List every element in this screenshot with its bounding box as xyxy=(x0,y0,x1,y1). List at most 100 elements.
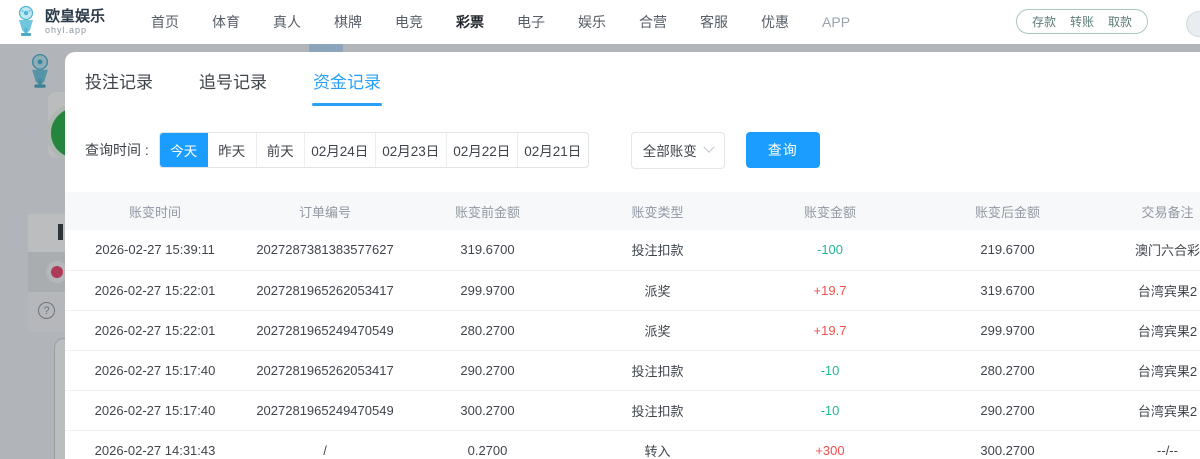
nav-item-live[interactable]: 真人 xyxy=(273,12,301,32)
date-range-segmented-control: 今天 昨天 前天 02月24日 02月23日 02月22日 02月21日 xyxy=(159,132,589,168)
filter-row: 查询时间 : 今天 昨天 前天 02月24日 02月23日 02月22日 02月… xyxy=(85,132,1200,168)
date-option-yesterday[interactable]: 昨天 xyxy=(208,133,256,167)
tab-bet-records[interactable]: 投注记录 xyxy=(85,68,153,106)
cell-after: 299.9700 xyxy=(915,310,1100,350)
cell-order: 2027281965262053417 xyxy=(245,270,405,310)
table-row: 2026-02-27 15:17:40 2027281965249470549 … xyxy=(65,390,1200,430)
cell-type: 派奖 xyxy=(570,310,745,350)
cell-order: 2027281965249470549 xyxy=(245,390,405,430)
date-option-0221[interactable]: 02月21日 xyxy=(517,133,588,167)
nav-item-partnership[interactable]: 合营 xyxy=(639,12,667,32)
cell-remark: --/-- xyxy=(1100,430,1200,459)
main-nav: 首页 体育 真人 棋牌 电竞 彩票 电子 娱乐 合营 客服 优惠 APP xyxy=(151,12,883,32)
chevron-down-icon xyxy=(703,142,714,153)
cell-type: 投注扣款 xyxy=(570,350,745,390)
col-change-amount: 账变金额 xyxy=(745,192,915,230)
cell-before: 300.2700 xyxy=(405,390,570,430)
col-order-no: 订单编号 xyxy=(245,192,405,230)
nav-item-home[interactable]: 首页 xyxy=(151,12,179,32)
fund-records-table: 账变时间 订单编号 账变前金额 账变类型 账变金额 账变后金额 交易备注 202… xyxy=(65,192,1200,459)
cell-remark: 澳门六合彩 xyxy=(1100,230,1200,270)
cell-type: 派奖 xyxy=(570,270,745,310)
table-row: 2026-02-27 15:39:11 2027287381383577627 … xyxy=(65,230,1200,270)
cell-time: 2026-02-27 14:31:43 xyxy=(65,430,245,459)
table-header-row: 账变时间 订单编号 账变前金额 账变类型 账变金额 账变后金额 交易备注 xyxy=(65,192,1200,230)
cell-change: +300 xyxy=(745,430,915,459)
trophy-logo-icon xyxy=(14,6,38,38)
cell-after: 319.6700 xyxy=(915,270,1100,310)
cell-remark: 台湾宾果2 xyxy=(1100,350,1200,390)
table-row: 2026-02-27 15:17:40 2027281965262053417 … xyxy=(65,350,1200,390)
table-row: 2026-02-27 15:22:01 2027281965249470549 … xyxy=(65,310,1200,350)
cell-change: -100 xyxy=(745,230,915,270)
nav-item-app[interactable]: APP xyxy=(822,14,850,30)
cell-order: / xyxy=(245,430,405,459)
record-tabs: 投注记录 追号记录 资金记录 xyxy=(65,52,1200,106)
cell-type: 投注扣款 xyxy=(570,390,745,430)
cell-time: 2026-02-27 15:22:01 xyxy=(65,270,245,310)
cell-remark: 台湾宾果2 xyxy=(1100,270,1200,310)
cell-change: -10 xyxy=(745,390,915,430)
deposit-button[interactable]: 存款 xyxy=(1032,13,1056,30)
tab-chase-records[interactable]: 追号记录 xyxy=(199,68,267,106)
date-option-day-before[interactable]: 前天 xyxy=(256,133,304,167)
cell-remark: 台湾宾果2 xyxy=(1100,390,1200,430)
table-row: 2026-02-27 15:22:01 2027281965262053417 … xyxy=(65,270,1200,310)
cell-after: 280.2700 xyxy=(915,350,1100,390)
brand-name: 欧皇娱乐 xyxy=(45,9,105,25)
nav-item-entertainment[interactable]: 娱乐 xyxy=(578,12,606,32)
brand-domain: ohyl.app xyxy=(45,25,105,35)
cell-time: 2026-02-27 15:22:01 xyxy=(65,310,245,350)
cell-before: 0.2700 xyxy=(405,430,570,459)
cell-order: 2027281965262053417 xyxy=(245,350,405,390)
cell-type: 投注扣款 xyxy=(570,230,745,270)
date-option-0222[interactable]: 02月22日 xyxy=(446,133,517,167)
screen: 欧皇娱乐 ohyl.app 首页 体育 真人 棋牌 电竞 彩票 电子 娱乐 合营… xyxy=(0,0,1200,459)
nav-item-support[interactable]: 客服 xyxy=(700,12,728,32)
cell-order: 2027287381383577627 xyxy=(245,230,405,270)
cell-before: 319.6700 xyxy=(405,230,570,270)
brand-logo[interactable]: 欧皇娱乐 ohyl.app xyxy=(14,6,105,38)
cell-time: 2026-02-27 15:17:40 xyxy=(65,390,245,430)
withdraw-button[interactable]: 取款 xyxy=(1108,13,1132,30)
col-change-type: 账变类型 xyxy=(570,192,745,230)
change-type-value: 全部账变 xyxy=(643,140,697,160)
tab-fund-records[interactable]: 资金记录 xyxy=(313,68,381,106)
cell-after: 300.2700 xyxy=(915,430,1100,459)
cell-time: 2026-02-27 15:39:11 xyxy=(65,230,245,270)
date-option-0224[interactable]: 02月24日 xyxy=(304,133,375,167)
date-option-today[interactable]: 今天 xyxy=(160,133,208,167)
cell-before: 280.2700 xyxy=(405,310,570,350)
nav-item-promos[interactable]: 优惠 xyxy=(761,12,789,32)
brand-text: 欧皇娱乐 ohyl.app xyxy=(45,9,105,35)
query-button[interactable]: 查询 xyxy=(746,132,820,168)
nav-item-sports[interactable]: 体育 xyxy=(212,12,240,32)
cell-time: 2026-02-27 15:17:40 xyxy=(65,350,245,390)
query-time-label: 查询时间 : xyxy=(85,140,149,160)
nav-item-lottery[interactable]: 彩票 xyxy=(456,12,484,32)
col-remark: 交易备注 xyxy=(1100,192,1200,230)
cell-remark: 台湾宾果2 xyxy=(1100,310,1200,350)
cell-after: 219.6700 xyxy=(915,230,1100,270)
avatar[interactable] xyxy=(1186,11,1200,37)
col-after-amount: 账变后金额 xyxy=(915,192,1100,230)
col-change-time: 账变时间 xyxy=(65,192,245,230)
nav-item-slots[interactable]: 电子 xyxy=(517,12,545,32)
transfer-button[interactable]: 转账 xyxy=(1070,13,1094,30)
col-before-amount: 账变前金额 xyxy=(405,192,570,230)
table-row: 2026-02-27 14:31:43 / 0.2700 转入 +300 300… xyxy=(65,430,1200,459)
date-option-0223[interactable]: 02月23日 xyxy=(375,133,446,167)
fund-records-table-wrap: 账变时间 订单编号 账变前金额 账变类型 账变金额 账变后金额 交易备注 202… xyxy=(65,192,1200,459)
top-bar: 欧皇娱乐 ohyl.app 首页 体育 真人 棋牌 电竞 彩票 电子 娱乐 合营… xyxy=(0,0,1200,44)
records-panel: 投注记录 追号记录 资金记录 查询时间 : 今天 昨天 前天 02月24日 02… xyxy=(65,52,1200,459)
cell-after: 290.2700 xyxy=(915,390,1100,430)
cell-change: +19.7 xyxy=(745,270,915,310)
change-type-select[interactable]: 全部账变 xyxy=(631,132,725,169)
cell-change: -10 xyxy=(745,350,915,390)
cell-type: 转入 xyxy=(570,430,745,459)
nav-item-chess[interactable]: 棋牌 xyxy=(334,12,362,32)
cell-before: 299.9700 xyxy=(405,270,570,310)
cell-before: 290.2700 xyxy=(405,350,570,390)
nav-item-esports[interactable]: 电竞 xyxy=(395,12,423,32)
wallet-action-group: 存款 转账 取款 xyxy=(1016,9,1148,34)
